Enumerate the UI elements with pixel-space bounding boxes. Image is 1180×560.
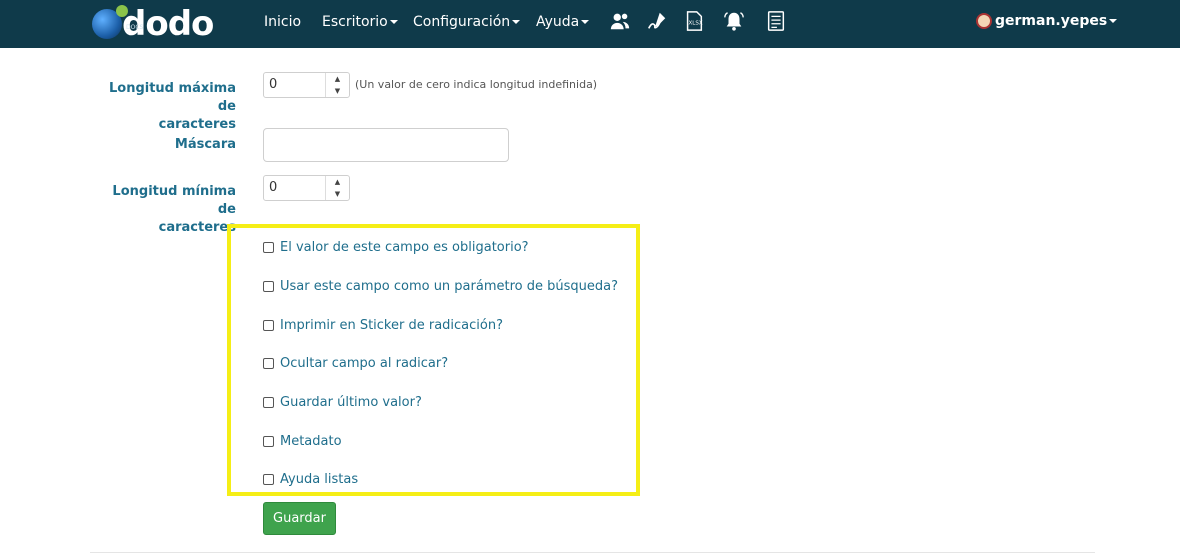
nav-inicio[interactable]: Inicio xyxy=(264,13,301,31)
checkbox-label: Ayuda listas xyxy=(280,472,359,487)
top-navbar: dodo DOCS Inicio Escritorio Configuració… xyxy=(0,0,1180,48)
checkbox-label: El valor de este campo es obligatorio? xyxy=(280,240,529,255)
caret-down-icon xyxy=(1109,19,1118,23)
divider xyxy=(90,552,1095,553)
checkbox-label: Guardar último valor? xyxy=(280,395,422,410)
document-list-icon[interactable] xyxy=(764,9,788,33)
checkbox-search-param[interactable]: Usar este campo como un parámetro de bús… xyxy=(263,279,618,294)
max-length-input[interactable]: 0 ▲ ▼ xyxy=(263,72,350,98)
checkbox-label: Usar este campo como un parámetro de bús… xyxy=(280,279,618,294)
checkbox-print-sticker[interactable]: Imprimir en Sticker de radicación? xyxy=(263,318,503,333)
users-icon[interactable] xyxy=(608,9,632,33)
nav-escritorio[interactable]: Escritorio xyxy=(322,13,398,31)
max-length-label-line1: Longitud máxima de xyxy=(108,81,236,114)
checkbox-label: Imprimir en Sticker de radicación? xyxy=(280,318,503,333)
caret-down-icon xyxy=(512,20,521,24)
min-length-label-line1: Longitud mínima de xyxy=(112,184,236,217)
checkbox-label: Metadato xyxy=(280,434,342,449)
nav-configuracion[interactable]: Configuración xyxy=(413,13,521,31)
caret-down-icon xyxy=(389,20,398,24)
spin-down-icon[interactable]: ▼ xyxy=(326,85,349,97)
checkbox-box[interactable] xyxy=(263,397,274,408)
checkbox-box[interactable] xyxy=(263,358,274,369)
checkbox-metadata[interactable]: Metadato xyxy=(263,434,342,449)
checkbox-box[interactable] xyxy=(263,474,274,485)
user-menu[interactable]: german.yepes xyxy=(976,13,1118,29)
checkbox-box[interactable] xyxy=(263,281,274,292)
caret-down-icon xyxy=(581,20,590,24)
checkbox-hide-field[interactable]: Ocultar campo al radicar? xyxy=(263,356,448,371)
bell-icon[interactable] xyxy=(722,9,746,33)
max-length-label: Longitud máxima de caracteres xyxy=(100,80,236,134)
spin-up-icon[interactable]: ▲ xyxy=(326,73,349,85)
checkbox-box[interactable] xyxy=(263,320,274,331)
logo-ball-icon xyxy=(92,5,128,39)
checkbox-required[interactable]: El valor de este campo es obligatorio? xyxy=(263,240,529,255)
spin-up-icon[interactable]: ▲ xyxy=(326,176,349,188)
max-length-hint: (Un valor de cero indica longitud indefi… xyxy=(355,78,598,91)
spin-down-icon[interactable]: ▼ xyxy=(326,188,349,200)
min-length-input[interactable]: 0 ▲ ▼ xyxy=(263,175,350,201)
nav-escritorio-label: Escritorio xyxy=(322,14,388,30)
save-button[interactable]: Guardar xyxy=(263,502,336,535)
nav-ayuda[interactable]: Ayuda xyxy=(536,13,590,31)
max-length-label-line2: caracteres xyxy=(158,117,236,132)
checkbox-box[interactable] xyxy=(263,242,274,253)
min-length-label-line2: caracteres xyxy=(158,220,236,235)
min-length-value: 0 xyxy=(269,180,278,195)
logo-subtext: DOCS xyxy=(126,24,144,31)
signature-icon[interactable] xyxy=(645,9,669,33)
nav-inicio-label: Inicio xyxy=(264,14,302,30)
nav-ayuda-label: Ayuda xyxy=(536,14,580,30)
checkbox-save-last-value[interactable]: Guardar último valor? xyxy=(263,395,422,410)
checkbox-box[interactable] xyxy=(263,436,274,447)
svg-text:XLSX: XLSX xyxy=(689,21,703,27)
max-length-value: 0 xyxy=(269,77,278,92)
xlsx-file-icon[interactable]: XLSX xyxy=(682,9,706,33)
nav-configuracion-label: Configuración xyxy=(413,14,511,30)
min-length-label: Longitud mínima de caracteres xyxy=(100,183,236,237)
dodo-logo[interactable]: dodo xyxy=(92,4,214,44)
max-length-spinner[interactable]: ▲ ▼ xyxy=(325,73,349,97)
checkbox-help-lists[interactable]: Ayuda listas xyxy=(263,472,358,487)
mask-label: Máscara xyxy=(174,137,236,152)
checkbox-label: Ocultar campo al radicar? xyxy=(280,356,449,371)
username: german.yepes xyxy=(995,13,1108,29)
min-length-spinner[interactable]: ▲ ▼ xyxy=(325,176,349,200)
mask-input[interactable] xyxy=(263,128,509,162)
avatar xyxy=(976,13,992,29)
